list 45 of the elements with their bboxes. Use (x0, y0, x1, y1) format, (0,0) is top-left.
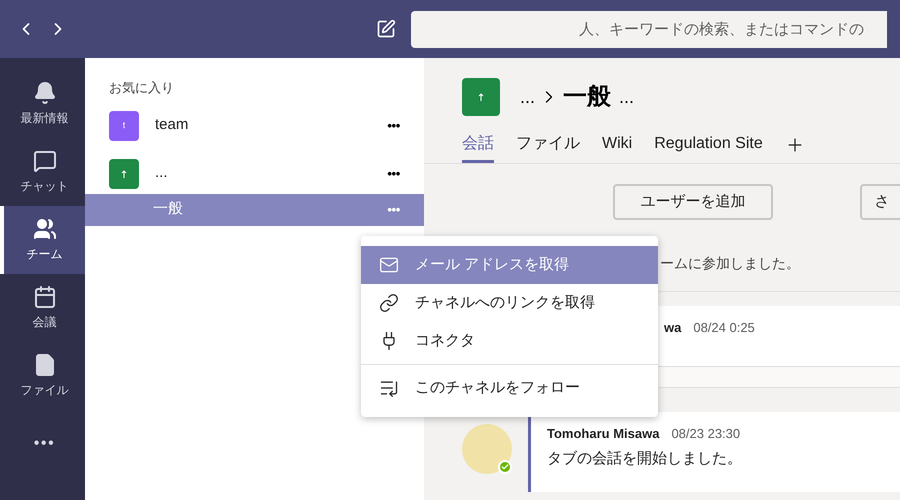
add-user-button[interactable]: ユーザーを追加 (613, 184, 774, 220)
rail-item[interactable]: チーム (0, 206, 85, 274)
event-text: ームに参加しました。 (660, 255, 800, 271)
rail-item[interactable]: ファイル (0, 342, 85, 410)
tab[interactable]: ファイル (516, 132, 580, 163)
rail-item[interactable]: チャット (0, 138, 85, 206)
team-avatar: t (109, 110, 139, 140)
tab[interactable]: Wiki (602, 132, 632, 163)
menu-item[interactable]: チャネルへのリンクを取得 (361, 284, 658, 322)
more-icon[interactable]: ••• (387, 116, 400, 136)
rail-item[interactable]: 最新情報 (0, 70, 85, 138)
rail-item[interactable]: ••• (0, 410, 85, 478)
menu-item[interactable]: コネクタ (361, 322, 658, 360)
message-time: 08/24 0:25 (693, 319, 755, 337)
bell-icon (32, 81, 56, 105)
menu-item[interactable]: このチャネルをフォロー (361, 369, 658, 407)
message-text: タブの会話を開始しました。 (547, 448, 743, 468)
compose-button[interactable] (376, 19, 396, 39)
action-button[interactable]: さ (860, 184, 900, 220)
avatar (462, 424, 512, 474)
breadcrumb-team[interactable]: ... (520, 84, 536, 110)
arrow-icon (476, 92, 486, 102)
author-name: Tomoharu Misawa (547, 425, 660, 443)
team-name: ... (155, 163, 168, 184)
arrow-icon (119, 168, 129, 178)
channel-title: 一般 (563, 82, 612, 112)
team-row[interactable]: t team ••• (85, 106, 424, 146)
team-name: team (155, 115, 188, 136)
team-row[interactable]: ... ••• (85, 154, 424, 194)
section-header: お気に入り (109, 79, 175, 97)
channel-more[interactable]: ... (619, 84, 634, 110)
message-time: 08/23 23:30 (671, 425, 740, 443)
author-name: wa (664, 319, 682, 337)
people-icon (32, 217, 56, 241)
rail-item[interactable]: 会議 (0, 274, 85, 342)
compose-icon (376, 19, 396, 39)
tab[interactable]: 会話 (462, 132, 494, 163)
calendar-icon (32, 285, 56, 309)
mail-icon (379, 255, 399, 275)
more-icon[interactable]: ••• (387, 164, 400, 184)
search-field[interactable]: 人、キーワードの検索、またはコマンドの (411, 10, 887, 48)
link-icon (379, 293, 399, 313)
tab[interactable]: Regulation Site (654, 132, 763, 163)
status-badge (498, 460, 512, 474)
chat-icon (32, 149, 56, 173)
